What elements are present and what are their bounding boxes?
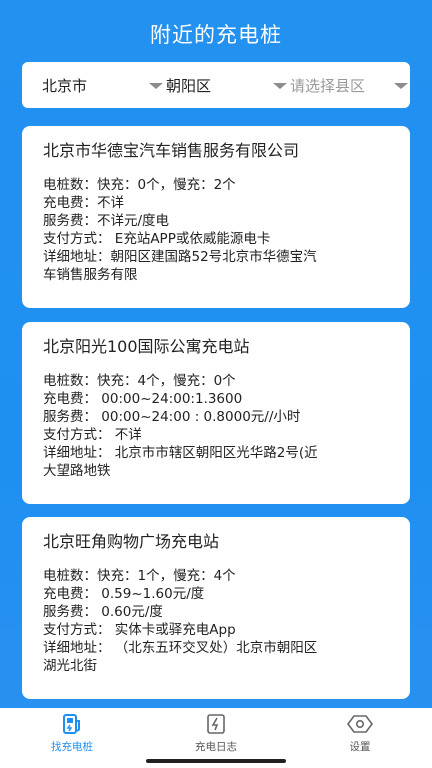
tab-label: 找充电桩	[51, 741, 93, 753]
tab-label: 设置	[349, 741, 371, 753]
station-card[interactable]: 北京旺角购物广场充电站 电桩数：快充：1个，慢充：4个 充电费： 0.59~1.…	[22, 517, 410, 699]
settings-icon	[347, 712, 373, 736]
pile-count: 电桩数：快充：0个，慢充：2个	[43, 177, 236, 193]
service-fee: 服务费： 0.60元/度	[43, 604, 163, 620]
payment-method: 支付方式： 实体卡或驿充电App	[43, 622, 236, 638]
tab-find-charger[interactable]: 找充电桩	[0, 708, 144, 768]
chevron-down-icon	[273, 83, 287, 89]
address-continued: 大望路地铁	[43, 463, 111, 479]
station-name: 北京市华德宝汽车销售服务有限公司	[43, 141, 300, 160]
county-select[interactable]: 请选择县区	[290, 62, 408, 108]
station-card[interactable]: 北京阳光100国际公寓充电站 电桩数：快充：4个，慢充：0个 充电费： 00:0…	[22, 322, 410, 504]
tab-settings[interactable]: 设置	[288, 708, 432, 768]
payment-method: 支付方式： E充站APP或依威能源电卡	[43, 231, 271, 247]
charge-log-icon	[203, 712, 229, 736]
station-name: 北京旺角购物广场充电站	[43, 532, 220, 551]
service-fee: 服务费：不详元/度电	[43, 213, 170, 229]
charging-fee: 充电费：不详	[43, 195, 124, 211]
county-select-placeholder: 请选择县区	[290, 76, 366, 95]
address: 详细地址： （北东五环交叉处）北京市朝阳区	[43, 640, 318, 656]
station-details: 电桩数：快充：4个，慢充：0个 充电费： 00:00~24:00:1.3600 …	[43, 372, 390, 480]
tab-label: 充电日志	[195, 741, 237, 753]
city-select-label: 北京市	[42, 76, 88, 95]
charging-fee: 充电费： 00:00~24:00:1.3600	[43, 391, 243, 407]
service-fee: 服务费： 00:00~24:00 : 0.8000元//小时	[43, 409, 301, 425]
region-filter-bar: 北京市 朝阳区 请选择县区	[22, 62, 410, 108]
station-name: 北京阳光100国际公寓充电站	[43, 337, 250, 356]
district-select[interactable]: 朝阳区	[166, 62, 287, 108]
pile-count: 电桩数：快充：1个，慢充：4个	[43, 568, 236, 584]
chevron-down-icon	[149, 83, 163, 89]
address-continued: 湖光北街	[43, 658, 97, 674]
station-details: 电桩数：快充：1个，慢充：4个 充电费： 0.59~1.60元/度 服务费： 0…	[43, 567, 390, 675]
chevron-down-icon	[394, 83, 408, 89]
address: 详细地址： 北京市市辖区朝阳区光华路2号(近	[43, 445, 318, 461]
home-indicator[interactable]	[146, 759, 286, 763]
payment-method: 支付方式： 不详	[43, 427, 142, 443]
page-title: 附近的充电桩	[150, 23, 282, 47]
station-details: 电桩数：快充：0个，慢充：2个 充电费：不详 服务费：不详元/度电 支付方式： …	[43, 176, 390, 284]
district-select-label: 朝阳区	[166, 76, 212, 95]
address-continued: 车销售服务有限	[43, 267, 138, 283]
station-card[interactable]: 北京市华德宝汽车销售服务有限公司 电桩数：快充：0个，慢充：2个 充电费：不详 …	[22, 126, 410, 308]
charging-station-icon	[59, 712, 85, 736]
app-header: 附近的充电桩	[0, 0, 432, 64]
city-select[interactable]: 北京市	[42, 62, 163, 108]
pile-count: 电桩数：快充：4个，慢充：0个	[43, 373, 236, 389]
charging-fee: 充电费： 0.59~1.60元/度	[43, 586, 205, 602]
address: 详细地址：朝阳区建国路52号北京市华德宝汽	[43, 249, 317, 265]
